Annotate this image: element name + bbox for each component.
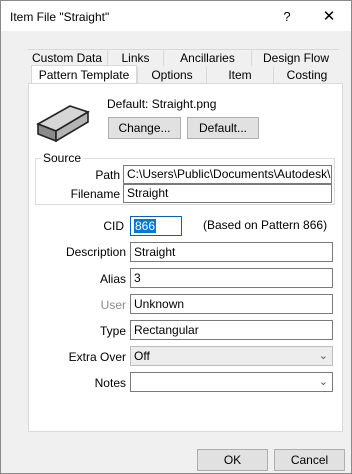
tab-pattern-template[interactable]: Pattern Template [31, 65, 137, 84]
user-field[interactable]: Unknown [130, 294, 333, 314]
type-field[interactable]: Rectangular [130, 320, 333, 340]
chevron-down-icon: ⌄ [318, 350, 328, 362]
help-button[interactable]: ? [277, 7, 297, 27]
tab-item[interactable]: Item [206, 67, 273, 83]
path-label: Path [95, 168, 120, 182]
notes-select[interactable]: ⌄ [130, 372, 333, 392]
cid-label: CID [103, 219, 124, 233]
filename-label: Filename [70, 187, 120, 201]
filename-field[interactable]: Straight [123, 184, 332, 203]
extra-over-value: Off [134, 349, 150, 363]
title-bar: Item File "Straight" ? ✕ [1, 1, 351, 31]
user-label: User [100, 298, 126, 312]
description-field[interactable]: Straight [130, 242, 333, 262]
default-image-label: Default: Straight.png [107, 97, 217, 111]
default-button[interactable]: Default... [187, 117, 259, 139]
type-label: Type [99, 324, 126, 338]
cid-based-on-note: (Based on Pattern 866) [203, 218, 328, 232]
tab-ancillaries[interactable]: Ancillaries [163, 50, 251, 66]
extra-over-label: Extra Over [68, 350, 126, 364]
alias-field[interactable]: 3 [130, 268, 333, 288]
ok-button[interactable]: OK [197, 449, 268, 471]
cancel-button[interactable]: Cancel [274, 449, 345, 471]
close-button[interactable]: ✕ [317, 7, 341, 27]
alias-label: Alias [99, 272, 126, 286]
tab-design-flow[interactable]: Design Flow [251, 50, 340, 66]
item-file-dialog: Item File "Straight" ? ✕ Custom Data Lin… [0, 0, 352, 474]
window-title: Item File "Straight" [10, 10, 110, 24]
path-field[interactable]: C:\Users\Public\Documents\Autodesk\Fa [123, 165, 332, 184]
description-label: Description [65, 245, 126, 259]
extra-over-select[interactable]: Off ⌄ [130, 346, 333, 366]
cid-field[interactable]: 866 [130, 216, 182, 236]
change-button[interactable]: Change... [108, 117, 181, 139]
source-legend: Source [41, 151, 84, 165]
tab-custom-data[interactable]: Custom Data [28, 50, 106, 66]
chevron-down-icon: ⌄ [318, 376, 328, 388]
duct-straight-icon [36, 105, 90, 142]
notes-label: Notes [94, 376, 126, 390]
tab-options[interactable]: Options [137, 67, 206, 83]
cid-value: 866 [134, 219, 157, 233]
tab-links[interactable]: Links [107, 50, 163, 66]
tab-costing[interactable]: Costing [273, 67, 340, 83]
